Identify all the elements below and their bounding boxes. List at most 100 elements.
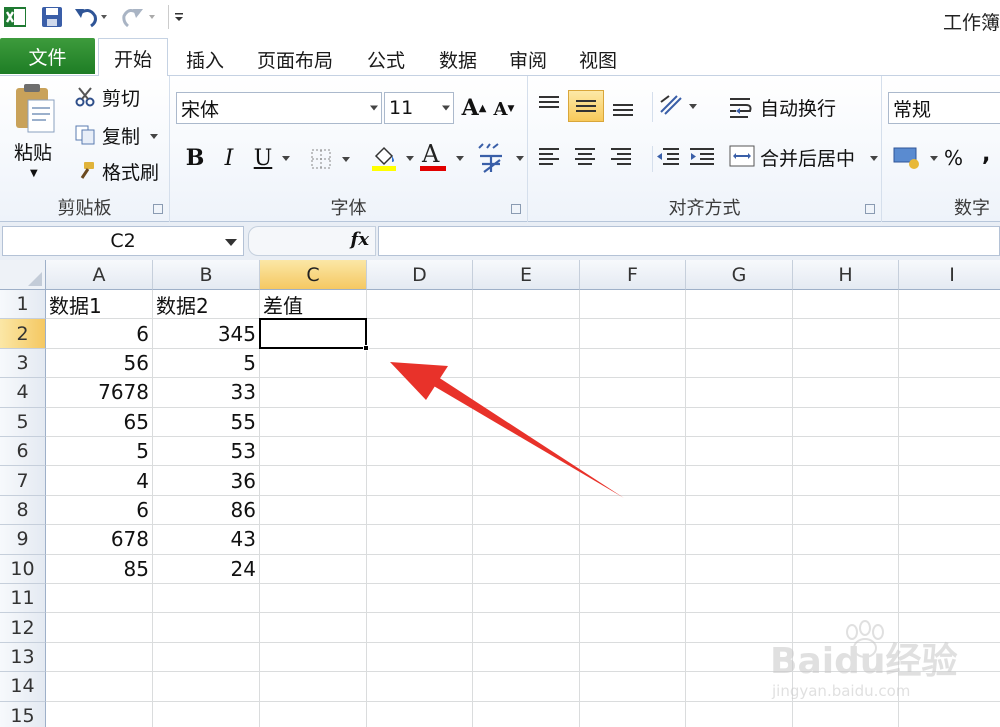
- cell-f5[interactable]: [580, 407, 686, 437]
- save-icon[interactable]: [38, 5, 66, 29]
- cell-i5[interactable]: [899, 408, 1000, 437]
- row-header-15[interactable]: 15: [0, 701, 46, 727]
- cell-c12[interactable]: [260, 613, 367, 643]
- align-bottom-icon[interactable]: [610, 94, 640, 120]
- cell-e5[interactable]: [473, 407, 580, 437]
- cell-d4[interactable]: [367, 378, 473, 408]
- cell-h4[interactable]: [793, 378, 899, 408]
- row-header-3[interactable]: 3: [0, 348, 46, 379]
- cell-a11[interactable]: [46, 584, 153, 614]
- cell-i10[interactable]: [899, 555, 1000, 584]
- cell-b11[interactable]: [153, 584, 260, 614]
- cell-e14[interactable]: [473, 672, 580, 702]
- cell-c11[interactable]: [260, 584, 367, 614]
- tab-data[interactable]: 数据: [428, 42, 488, 76]
- cell-d12[interactable]: [367, 613, 473, 643]
- cell-a12[interactable]: [46, 613, 153, 643]
- cell-d10[interactable]: [367, 554, 473, 584]
- cell-i6[interactable]: [899, 437, 1000, 467]
- cell-e9[interactable]: [473, 525, 580, 555]
- cell-h1[interactable]: [793, 290, 899, 320]
- cell-e7[interactable]: [473, 466, 580, 496]
- column-header-c[interactable]: C: [260, 260, 367, 290]
- cell-c9[interactable]: [260, 525, 367, 555]
- column-header-b[interactable]: B: [153, 260, 260, 290]
- cell-c13[interactable]: [260, 642, 367, 673]
- cell-e1[interactable]: [473, 290, 580, 320]
- cell-h2[interactable]: [793, 319, 899, 349]
- cell-g6[interactable]: [686, 437, 793, 467]
- cell-g8[interactable]: [686, 495, 793, 526]
- shrink-font-icon[interactable]: A ▼: [490, 94, 518, 124]
- cell-f10[interactable]: [580, 554, 686, 584]
- cell-e8[interactable]: [473, 495, 580, 526]
- cell-d11[interactable]: [367, 584, 473, 614]
- cell-f15[interactable]: [580, 701, 686, 727]
- cell-i1[interactable]: [899, 290, 1000, 320]
- cell-b7[interactable]: 36: [153, 466, 260, 496]
- name-box-dropdown-icon[interactable]: [225, 239, 237, 246]
- cell-h3[interactable]: [793, 348, 899, 379]
- cell-f14[interactable]: [580, 672, 686, 702]
- fill-color-button[interactable]: [370, 144, 414, 174]
- tab-insert[interactable]: 插入: [175, 42, 235, 76]
- cell-g3[interactable]: [686, 348, 793, 379]
- cell-b1[interactable]: 数据2: [153, 290, 260, 320]
- cell-d15[interactable]: [367, 701, 473, 727]
- cell-a4[interactable]: 7678: [46, 378, 153, 408]
- cell-i7[interactable]: [899, 466, 1000, 496]
- cell-a13[interactable]: [46, 642, 153, 673]
- cell-g1[interactable]: [686, 290, 793, 320]
- cell-b9[interactable]: 43: [153, 525, 260, 555]
- cell-d6[interactable]: [367, 437, 473, 467]
- row-header-7[interactable]: 7: [0, 466, 46, 496]
- cell-e6[interactable]: [473, 437, 580, 467]
- tab-file[interactable]: 文件: [0, 38, 95, 74]
- cell-g2[interactable]: [686, 319, 793, 349]
- cell-i11[interactable]: [899, 584, 1000, 614]
- font-color-button[interactable]: A: [420, 140, 464, 174]
- cell-d2[interactable]: [367, 319, 473, 349]
- cell-a5[interactable]: 65: [46, 407, 153, 437]
- cell-i8[interactable]: [899, 496, 1000, 526]
- cell-a7[interactable]: 4: [46, 466, 153, 496]
- row-header-6[interactable]: 6: [0, 437, 46, 467]
- wrap-text-button[interactable]: 自动换行: [728, 94, 868, 124]
- tab-formulas[interactable]: 公式: [356, 42, 416, 76]
- format-painter-button[interactable]: 格式刷: [74, 160, 164, 184]
- cell-g5[interactable]: [686, 407, 793, 437]
- cell-e12[interactable]: [473, 613, 580, 643]
- cell-d13[interactable]: [367, 642, 473, 673]
- cell-g7[interactable]: [686, 466, 793, 496]
- name-box[interactable]: C2: [2, 226, 244, 256]
- cell-a10[interactable]: 85: [46, 554, 153, 584]
- column-header-e[interactable]: E: [473, 260, 580, 290]
- cell-g11[interactable]: [686, 584, 793, 614]
- cell-h9[interactable]: [793, 525, 899, 555]
- cell-b15[interactable]: [153, 701, 260, 727]
- decrease-indent-icon[interactable]: [652, 146, 682, 172]
- underline-dropdown-icon[interactable]: [282, 156, 290, 161]
- cell-b12[interactable]: [153, 613, 260, 643]
- cell-i3[interactable]: [899, 349, 1000, 379]
- cell-e4[interactable]: [473, 378, 580, 408]
- undo-icon[interactable]: [72, 5, 112, 29]
- cell-b5[interactable]: 55: [153, 407, 260, 437]
- column-header-a[interactable]: A: [46, 260, 153, 290]
- row-header-10[interactable]: 10: [0, 554, 46, 584]
- cell-b3[interactable]: 5: [153, 348, 260, 379]
- cell-a6[interactable]: 5: [46, 437, 153, 467]
- redo-icon[interactable]: [118, 5, 160, 29]
- cell-a14[interactable]: [46, 672, 153, 702]
- align-middle-icon[interactable]: [568, 90, 604, 122]
- borders-button[interactable]: [310, 148, 350, 170]
- alignment-launcher-icon[interactable]: [865, 204, 875, 214]
- align-center-icon[interactable]: [572, 146, 602, 172]
- cell-f3[interactable]: [580, 348, 686, 379]
- column-header-g[interactable]: G: [686, 260, 793, 290]
- fill-handle[interactable]: [363, 344, 369, 351]
- copy-button[interactable]: 复制: [74, 124, 164, 148]
- cell-e13[interactable]: [473, 642, 580, 673]
- bold-button[interactable]: B: [182, 142, 208, 174]
- cell-i4[interactable]: [899, 378, 1000, 408]
